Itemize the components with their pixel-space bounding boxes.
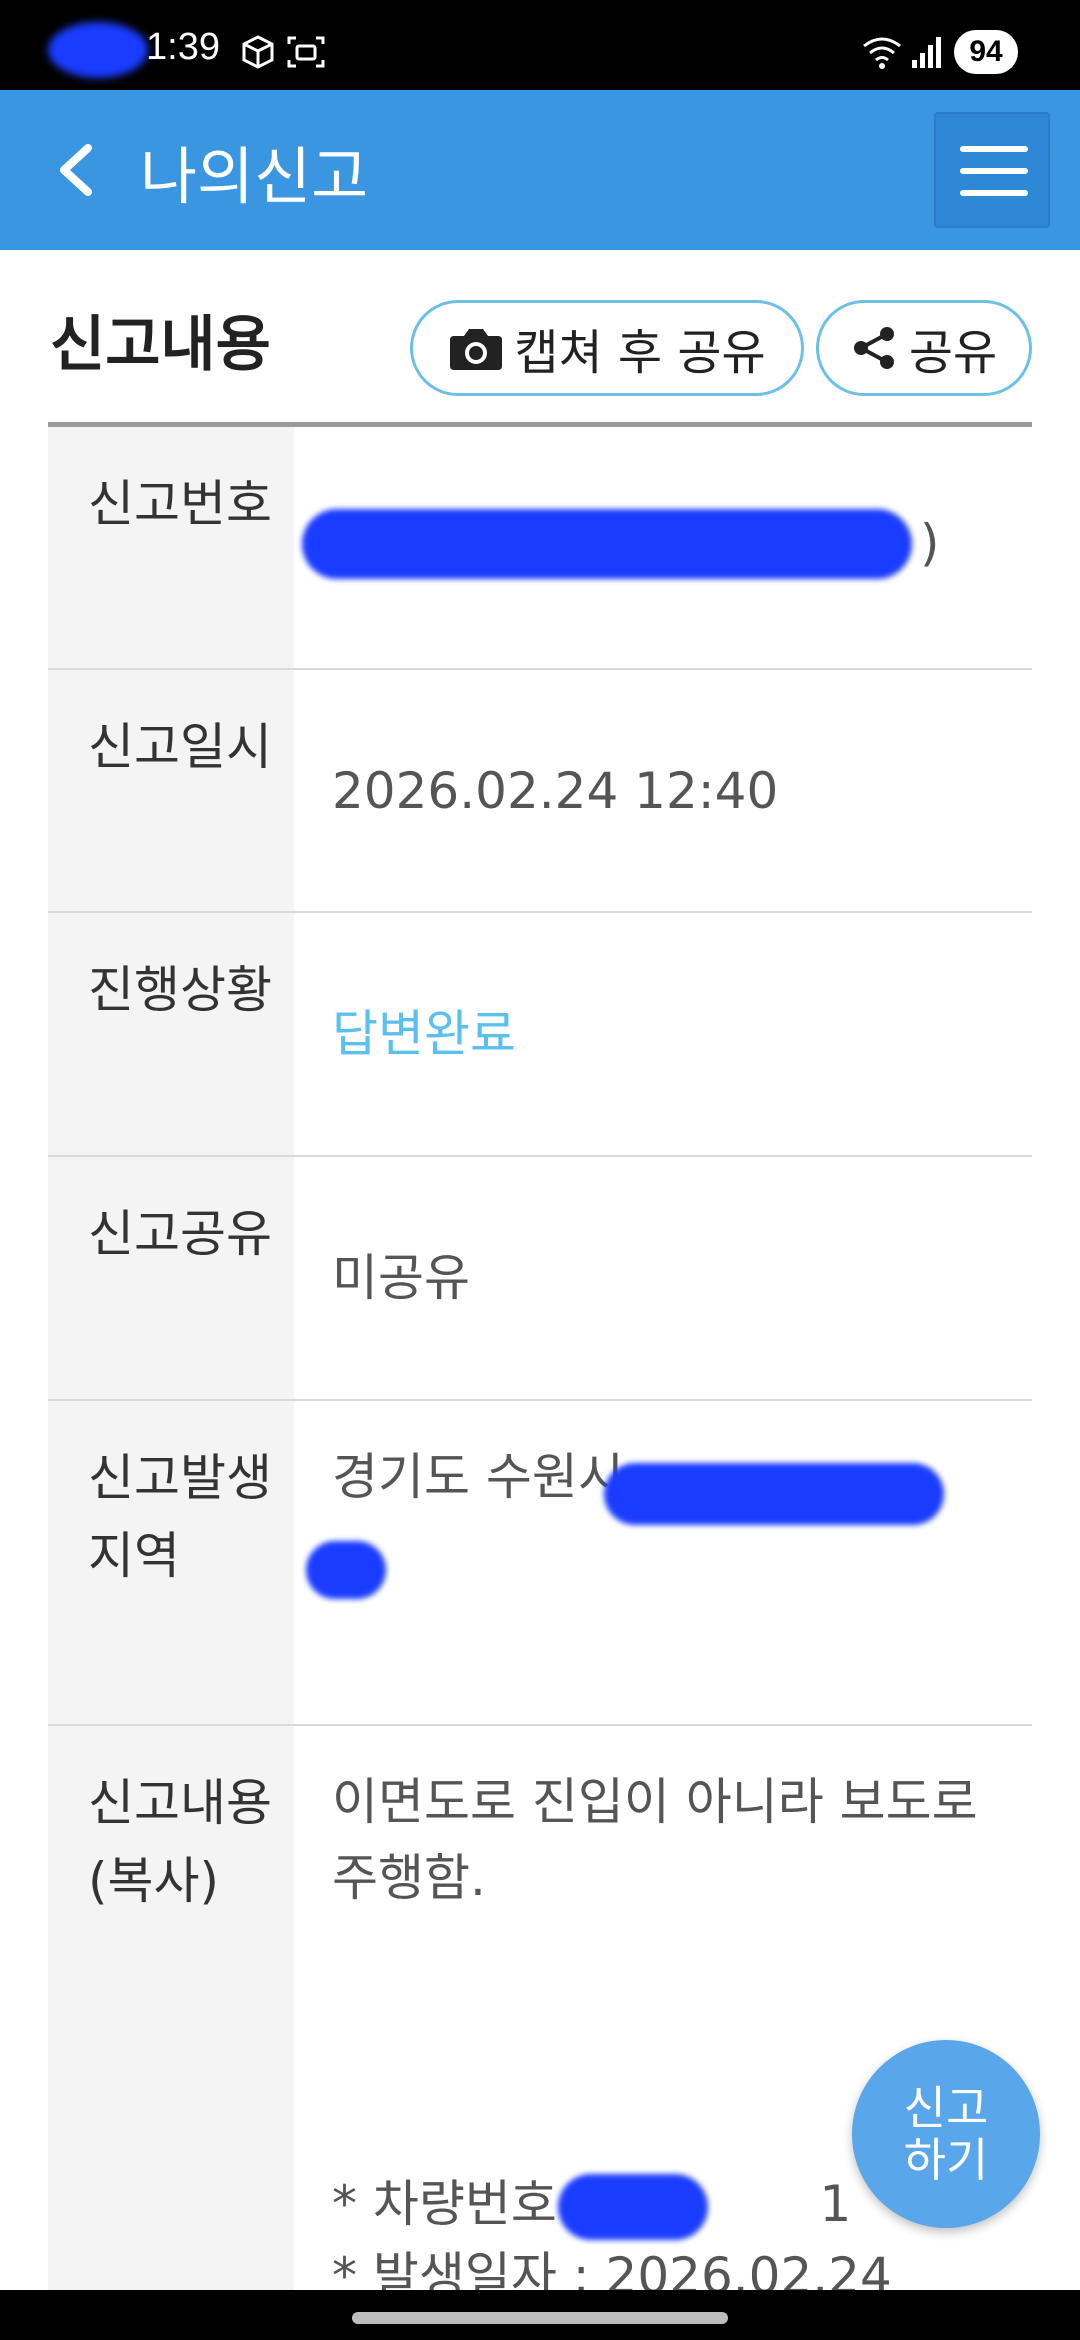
wifi-icon [863, 37, 901, 69]
report-content-text: 이면도로 진입이 아니라 보도로 주행함. [332, 1773, 978, 1907]
row-report-region: 신고발생지역 경기도 수원시 [48, 1401, 1032, 1726]
chevron-left-icon [60, 144, 92, 196]
report-region-label: 신고발생지역 [48, 1401, 294, 1724]
redacted-status [48, 22, 148, 78]
row-report-number: 신고번호 ) [48, 427, 1032, 670]
report-content-label: 신고내용(복사) [48, 1726, 294, 2324]
back-button[interactable] [40, 130, 120, 210]
status-time: 1:39 [146, 26, 220, 68]
redacted-report-number [302, 509, 912, 579]
system-nav-bar [0, 2290, 1080, 2340]
capture-share-button[interactable]: 캡쳐 후 공유 [410, 300, 804, 396]
report-detail-table: 신고번호 ) 신고일시 2026.02.24 12:40 진행상황 답변완료 신… [48, 422, 1032, 2326]
report-datetime-label: 신고일시 [48, 670, 294, 911]
row-report-share: 신고공유 미공유 [48, 1157, 1032, 1401]
vehicle-number-tail: 1 [819, 2175, 852, 2233]
screenshot-icon [287, 36, 325, 68]
home-indicator[interactable] [352, 2312, 728, 2324]
section-title: 신고내용 [50, 310, 271, 380]
report-number-label: 신고번호 [48, 427, 294, 668]
row-progress-status: 진행상황 답변완료 [48, 913, 1032, 1157]
hamburger-icon [960, 146, 1028, 152]
report-fab-button[interactable]: 신고하기 [852, 2040, 1040, 2228]
app-header: 나의신고 [0, 90, 1080, 250]
redacted-region-2 [306, 1541, 386, 1599]
menu-button[interactable] [934, 112, 1050, 228]
report-datetime-value: 2026.02.24 12:40 [332, 761, 779, 820]
report-number-tail: ) [920, 514, 940, 572]
share-icon [853, 327, 894, 369]
progress-status-label: 진행상황 [48, 913, 294, 1155]
report-content-value: 이면도로 진입이 아니라 보도로 주행함. * 차량번호 : 1 * 발생일자 … [294, 1726, 1032, 2324]
status-bar: 1:39 94 [0, 0, 1080, 90]
row-report-content: 신고내용(복사) 이면도로 진입이 아니라 보도로 주행함. * 차량번호 : … [48, 1726, 1032, 2326]
redacted-region-1 [604, 1463, 944, 1525]
battery-level: 94 [954, 30, 1018, 74]
signal-icon [912, 37, 941, 68]
page-title: 나의신고 [140, 140, 369, 213]
report-region-text: 경기도 수원시 [332, 1448, 624, 1506]
share-label: 공유 [908, 325, 998, 381]
share-button[interactable]: 공유 [816, 300, 1032, 396]
report-share-label: 신고공유 [48, 1157, 294, 1399]
progress-status-value: 답변완료 [332, 1005, 516, 1063]
report-share-value: 미공유 [332, 1249, 470, 1307]
report-region-value: 경기도 수원시 [294, 1401, 1032, 1724]
row-report-datetime: 신고일시 2026.02.24 12:40 [48, 670, 1032, 913]
capture-share-label: 캡쳐 후 공유 [514, 325, 766, 381]
redacted-vehicle-number [558, 2174, 708, 2240]
report-number-value: ) [294, 427, 1032, 668]
report-fab-label: 신고하기 [903, 2081, 989, 2187]
camera-icon [450, 329, 503, 370]
cube-icon [242, 35, 274, 69]
vehicle-number-label: * 차량번호 : [332, 2175, 590, 2233]
